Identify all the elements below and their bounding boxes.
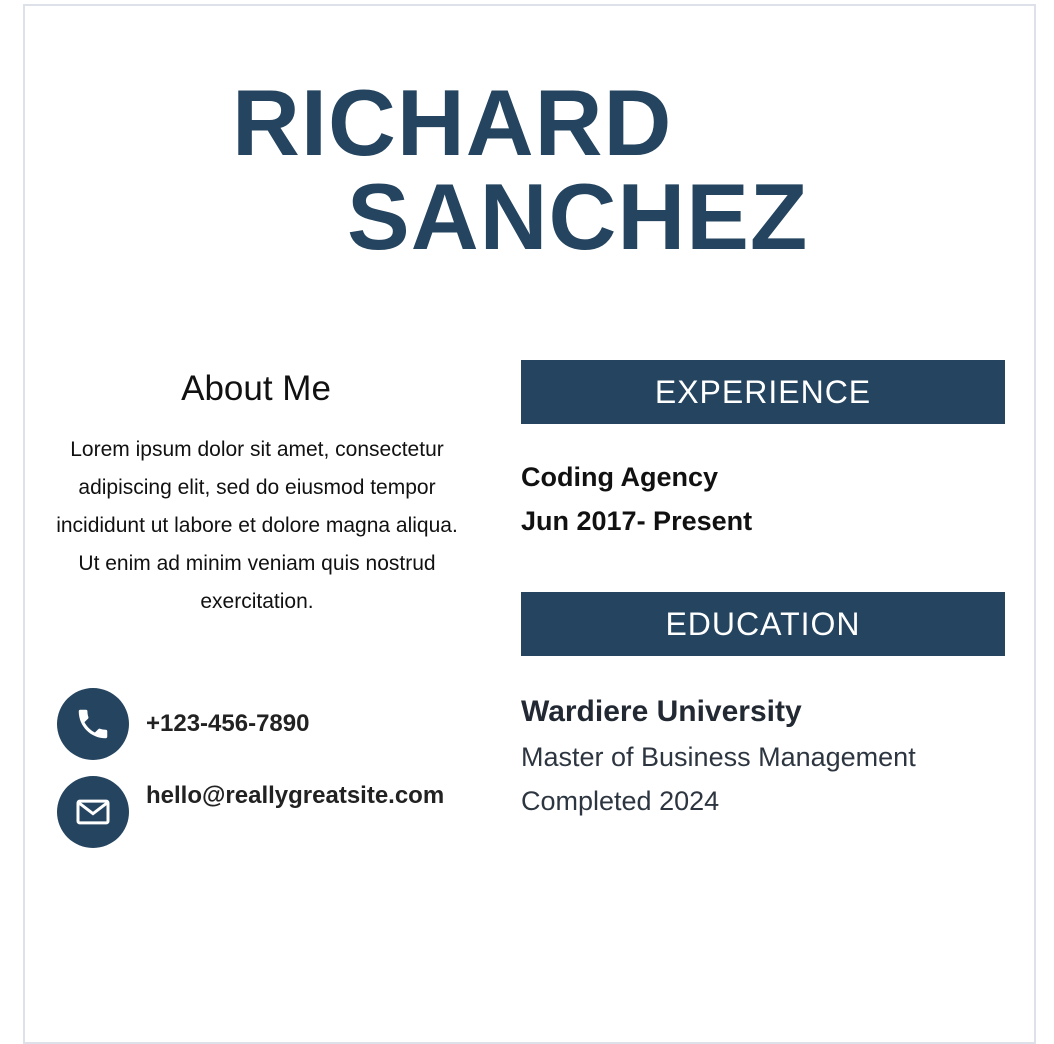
education-degree: Master of Business Management bbox=[521, 742, 916, 772]
education-heading: EDUCATION bbox=[521, 592, 1005, 656]
mail-icon bbox=[57, 776, 129, 848]
last-name: SANCHEZ bbox=[347, 164, 809, 269]
education-completed: Completed 2024 bbox=[521, 786, 720, 816]
experience-company: Coding Agency bbox=[521, 462, 719, 492]
contact-email-row: hello@reallygreatsite.com bbox=[57, 776, 446, 848]
education-school: Wardiere University bbox=[521, 695, 802, 728]
contact-phone-row: +123-456-7890 bbox=[57, 688, 446, 760]
resume-page: RICHARD SANCHEZ About Me Lorem ipsum dol… bbox=[23, 4, 1036, 1044]
first-name: RICHARD bbox=[232, 70, 673, 175]
experience-heading: EXPERIENCE bbox=[521, 360, 1005, 424]
phone-icon bbox=[57, 688, 129, 760]
about-heading: About Me bbox=[181, 369, 331, 408]
email-address: hello@reallygreatsite.com bbox=[146, 782, 445, 809]
experience-dates: Jun 2017- Present bbox=[521, 506, 753, 536]
about-text: Lorem ipsum dolor sit amet, consectetur … bbox=[56, 438, 458, 613]
phone-number: +123-456-7890 bbox=[146, 710, 310, 737]
